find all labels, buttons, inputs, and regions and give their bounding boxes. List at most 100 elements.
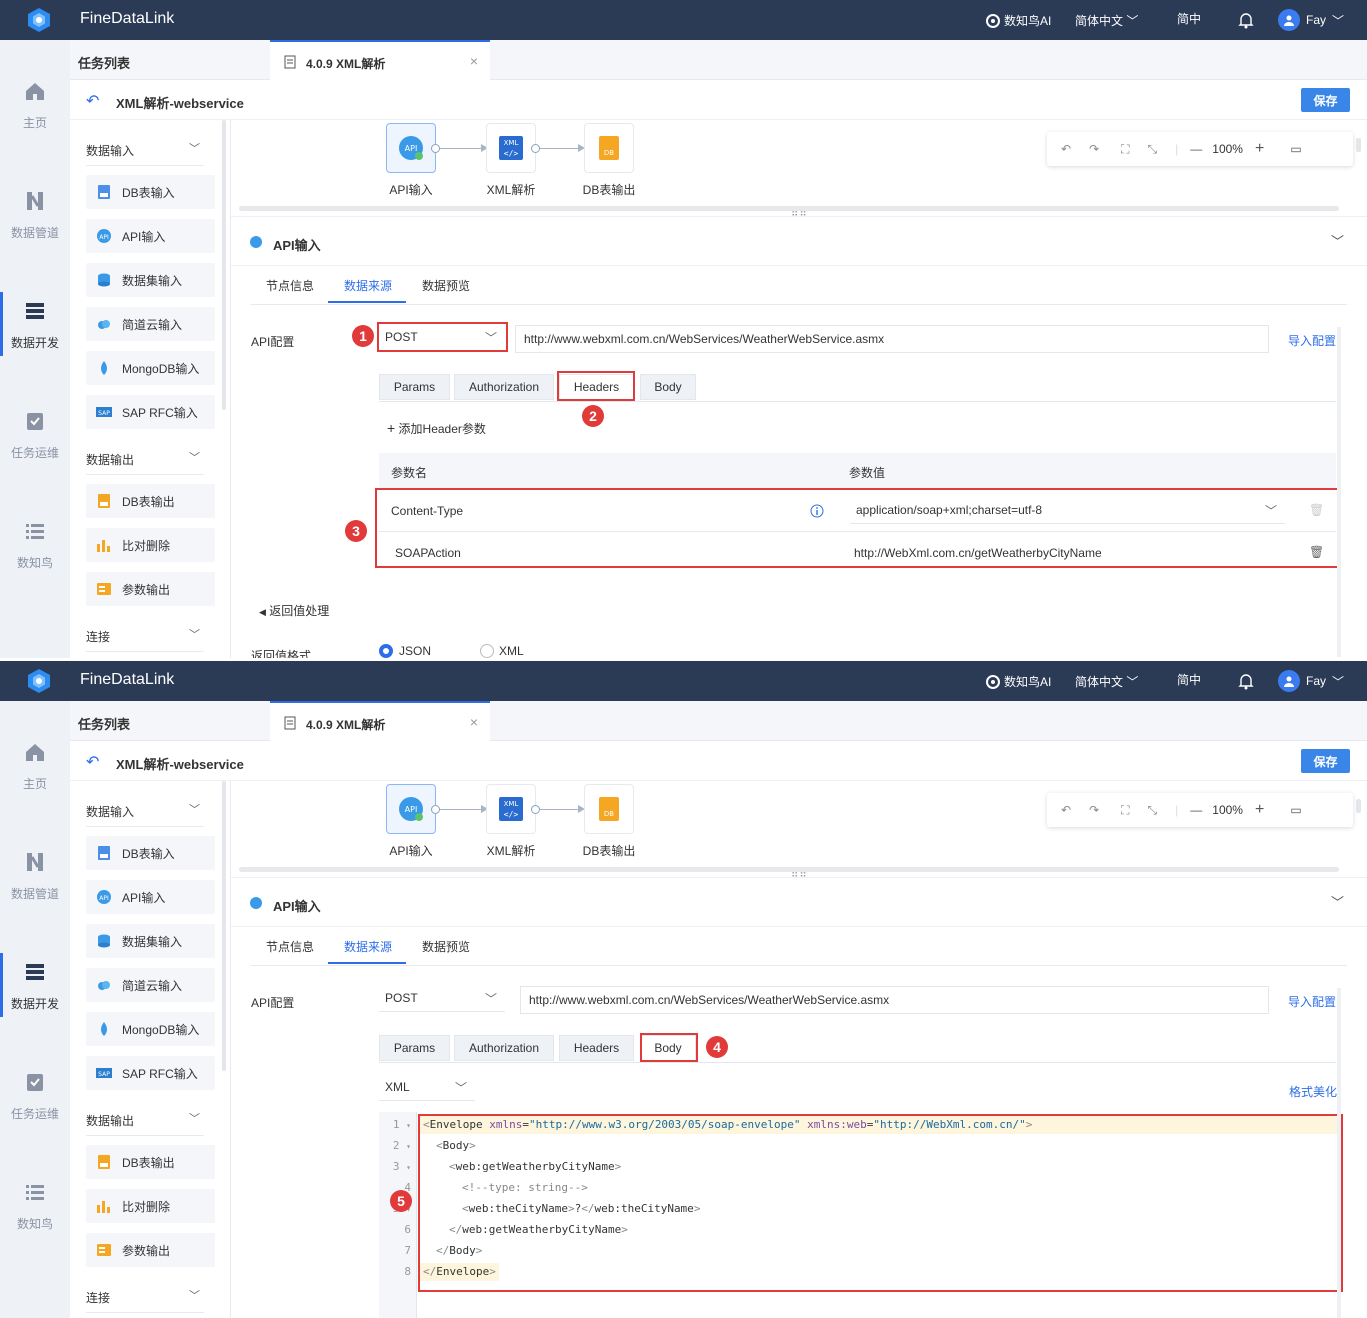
sidebar-item-api-input[interactable]: API API输入	[86, 880, 215, 914]
sidebar-item-db-output[interactable]: DB表输出	[86, 1145, 215, 1179]
sidebar-item-db-output[interactable]: DB表输出	[86, 484, 215, 518]
output-port[interactable]	[431, 805, 440, 814]
fit-icon[interactable]: ⛶	[1121, 803, 1129, 818]
tab-node-info[interactable]: 节点信息	[266, 938, 314, 955]
body-type-select[interactable]: XML ﹀	[379, 1075, 475, 1101]
bell-icon[interactable]	[1238, 672, 1254, 690]
canvas-scrollbar[interactable]	[1356, 799, 1361, 813]
tab-params[interactable]: Params	[379, 374, 450, 400]
tab-data-preview[interactable]: 数据预览	[422, 938, 470, 955]
nav-item-home[interactable]: 主页	[0, 741, 70, 792]
tab-data-source[interactable]: 数据来源	[344, 938, 392, 955]
flow-node-db-output[interactable]: DB	[584, 784, 634, 834]
tab-node-info[interactable]: 节点信息	[266, 277, 314, 294]
language-select[interactable]: 简体中文 ﹀	[1075, 12, 1138, 29]
canvas-hscrollbar[interactable]	[239, 867, 1339, 872]
nav-item-dev[interactable]: 数据开发	[0, 292, 70, 356]
tab-params[interactable]: Params	[379, 1035, 450, 1061]
layout-icon[interactable]: ⤡	[1148, 803, 1158, 818]
sidebar-scrollbar[interactable]	[222, 781, 226, 1071]
tab-data-preview[interactable]: 数据预览	[422, 277, 470, 294]
sidebar-scrollbar[interactable]	[222, 120, 226, 410]
chevron-down-icon[interactable]: ﹀	[1331, 892, 1344, 911]
zoom-out-icon[interactable]: —	[1190, 142, 1202, 156]
nav-item-ops[interactable]: 任务运维	[0, 1071, 70, 1122]
sidebar-item-compare-delete[interactable]: 比对删除	[86, 528, 215, 562]
url-input[interactable]: http://www.webxml.com.cn/WebServices/Wea…	[515, 325, 1269, 353]
undo-icon[interactable]: ↶	[1061, 142, 1071, 156]
sidebar-item-dataset-input[interactable]: 数据集输入	[86, 263, 215, 297]
save-button[interactable]: 保存	[1301, 749, 1350, 773]
sidebar-item-dataset-input[interactable]: 数据集输入	[86, 924, 215, 958]
sidebar-item-mongodb-input[interactable]: MongoDB输入	[86, 351, 215, 385]
flow-node-xml-parse[interactable]: XML </>	[486, 784, 536, 834]
back-icon[interactable]: ↶	[86, 752, 99, 772]
sidebar-section-connect[interactable]: 连接 ﹀	[86, 1289, 204, 1313]
sidebar-item-sap-input[interactable]: SAP SAP RFC输入	[86, 395, 215, 429]
output-port[interactable]	[531, 805, 540, 814]
zoom-in-icon[interactable]: +	[1255, 140, 1264, 158]
layout-icon[interactable]: ⤡	[1148, 142, 1158, 157]
sidebar-item-param-output[interactable]: 参数输出	[86, 572, 215, 606]
import-config-link[interactable]: 导入配置	[1288, 993, 1336, 1010]
nav-item-zhiniao[interactable]: 数知鸟	[0, 1181, 70, 1232]
zoom-out-icon[interactable]: —	[1190, 803, 1202, 817]
undo-icon[interactable]: ↶	[1061, 803, 1071, 817]
minimap-icon[interactable]: ▭	[1290, 142, 1301, 156]
nav-item-dev[interactable]: 数据开发	[0, 953, 70, 1017]
url-input[interactable]: http://www.webxml.com.cn/WebServices/Wea…	[520, 986, 1269, 1014]
nav-item-home[interactable]: 主页	[0, 80, 70, 131]
section-scrollbar[interactable]	[1337, 988, 1341, 1318]
bell-icon[interactable]	[1238, 11, 1254, 29]
beautify-link[interactable]: 格式美化	[1289, 1083, 1337, 1100]
tab-data-source[interactable]: 数据来源	[344, 277, 392, 294]
sidebar-item-jiandaoyun-input[interactable]: 简道云输入	[86, 968, 215, 1002]
language-select[interactable]: 简体中文 ﹀	[1075, 673, 1138, 690]
lang-short-button[interactable]: 简中	[1177, 671, 1201, 688]
nav-item-ops[interactable]: 任务运维	[0, 410, 70, 461]
user-menu[interactable]: Fay ﹀	[1278, 670, 1344, 692]
sidebar-section-output[interactable]: 数据输出 ﹀	[86, 1112, 204, 1136]
radio-json[interactable]	[379, 644, 393, 658]
flow-node-api-input[interactable]: API	[386, 784, 436, 834]
import-config-link[interactable]: 导入配置	[1288, 332, 1336, 349]
flow-node-api-input[interactable]: API	[386, 123, 436, 173]
tab-task-list[interactable]: 任务列表	[78, 714, 130, 733]
add-header-button[interactable]: + 添加Header参数	[387, 420, 486, 437]
sidebar-section-input[interactable]: 数据输入 ﹀	[86, 803, 204, 827]
sidebar-item-jiandaoyun-input[interactable]: 简道云输入	[86, 307, 215, 341]
zoom-in-icon[interactable]: +	[1255, 801, 1264, 819]
close-icon[interactable]: ×	[470, 53, 478, 69]
tab-authorization[interactable]: Authorization	[454, 374, 554, 400]
tab-authorization[interactable]: Authorization	[454, 1035, 554, 1061]
lang-short-button[interactable]: 简中	[1177, 10, 1201, 27]
ai-button[interactable]: 数知鸟AI	[986, 12, 1051, 29]
section-scrollbar[interactable]	[1337, 327, 1341, 657]
back-icon[interactable]: ↶	[86, 91, 99, 111]
tab-body[interactable]: Body	[640, 374, 696, 400]
redo-icon[interactable]: ↷	[1089, 142, 1099, 156]
flow-node-db-output[interactable]: DB	[584, 123, 634, 173]
tab-xml-parse[interactable]: 4.0.9 XML解析 ×	[270, 40, 490, 80]
ai-button[interactable]: 数知鸟AI	[986, 673, 1051, 690]
close-icon[interactable]: ×	[470, 714, 478, 730]
canvas-hscrollbar[interactable]	[239, 206, 1339, 211]
output-port[interactable]	[431, 144, 440, 153]
nav-item-pipeline[interactable]: 数据管道	[0, 190, 70, 241]
minimap-icon[interactable]: ▭	[1290, 803, 1301, 817]
canvas-scrollbar[interactable]	[1356, 138, 1361, 152]
sidebar-item-compare-delete[interactable]: 比对删除	[86, 1189, 215, 1223]
chevron-down-icon[interactable]: ﹀	[1331, 231, 1344, 250]
sidebar-item-db-input[interactable]: DB表输入	[86, 175, 215, 209]
redo-icon[interactable]: ↷	[1089, 803, 1099, 817]
sidebar-item-db-input[interactable]: DB表输入	[86, 836, 215, 870]
tab-xml-parse[interactable]: 4.0.9 XML解析 ×	[270, 701, 490, 741]
radio-xml[interactable]	[480, 644, 494, 658]
sidebar-item-param-output[interactable]: 参数输出	[86, 1233, 215, 1267]
save-button[interactable]: 保存	[1301, 88, 1350, 112]
sidebar-item-mongodb-input[interactable]: MongoDB输入	[86, 1012, 215, 1046]
tab-headers[interactable]: Headers	[559, 1035, 634, 1061]
user-menu[interactable]: Fay ﹀	[1278, 9, 1344, 31]
sidebar-section-output[interactable]: 数据输出 ﹀	[86, 451, 204, 475]
sidebar-section-connect[interactable]: 连接 ﹀	[86, 628, 204, 652]
